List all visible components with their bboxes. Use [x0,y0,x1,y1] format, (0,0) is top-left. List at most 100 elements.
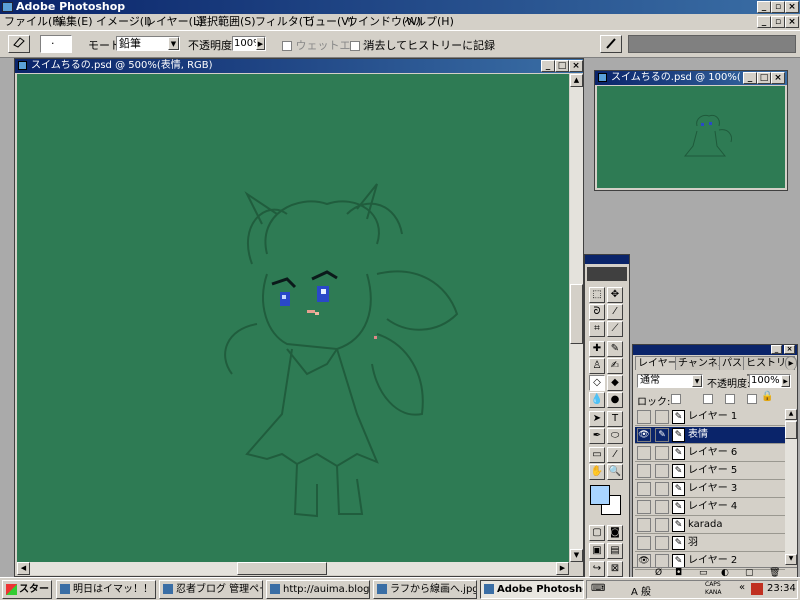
shape-icon[interactable]: ⬭ [607,428,623,444]
document-titlebar[interactable]: スイムちるの.psd @ 500%(表情, RGB) _ □ × [15,59,583,73]
doc-close-button[interactable]: × [785,16,799,28]
layer-opacity-input[interactable]: 100% ▶ [749,374,791,388]
layer-row[interactable]: ✎ レイヤー 4 [635,499,785,516]
toolbox-titlebar[interactable] [585,255,629,264]
brush-preview[interactable]: · [40,35,72,53]
lock-position-checkbox[interactable] [725,394,735,404]
eraser-icon[interactable]: ◇ [589,375,605,391]
type-icon[interactable]: T [607,411,623,427]
horizontal-scrollbar[interactable]: ◀ ▶ [17,562,569,575]
pen-icon[interactable]: ✒ [589,428,605,444]
layers-scroll-thumb[interactable] [785,421,797,439]
ime-mode[interactable]: A 般 [631,583,651,598]
menu-layer[interactable]: レイヤー(L) [145,14,203,30]
scroll-up-icon[interactable]: ▲ [785,409,797,420]
tab-paths[interactable]: パス [719,356,745,370]
notes-icon[interactable]: ▭ [589,447,605,463]
screen-mode-standard-icon[interactable]: ▣ [589,543,605,559]
eye-icon[interactable] [637,482,651,496]
ime-toolbar-icon[interactable]: ⌨ [591,583,605,594]
eye-icon[interactable]: 👁 [637,554,651,568]
eye-icon[interactable] [637,536,651,550]
eyedropper-icon[interactable]: ⁄ [607,447,623,463]
fill-icon[interactable]: ◆ [607,375,623,391]
lock-image-checkbox[interactable] [703,394,713,404]
mode-select[interactable]: 鉛筆 ▼ [116,36,180,51]
doc-minimize-button[interactable]: _ [757,16,771,28]
crop-icon[interactable]: ⌗ [589,321,605,337]
antivirus-icon[interactable] [751,583,763,595]
eye-icon[interactable] [637,464,651,478]
tray-expand-icon[interactable]: « [739,582,745,593]
eye-icon[interactable] [637,410,651,424]
layers-scrollbar[interactable]: ▲ ▼ [785,409,797,565]
eye-icon[interactable]: 👁 [637,428,651,442]
layer-row[interactable]: ✎ 羽 [635,535,785,552]
layer-row[interactable]: ✎ レイヤー 1 [635,409,785,426]
slice-icon[interactable]: ⟋ [607,321,623,337]
lasso-icon[interactable]: ᘐ [589,304,605,320]
screen-mode-full-icon[interactable]: ▤ [607,543,623,559]
doc-win-maximize-button[interactable]: □ [555,60,569,72]
blur-icon[interactable]: 💧 [589,392,605,408]
task-item-4[interactable]: Adobe Photoshop [480,580,584,599]
move-icon[interactable]: ✥ [607,287,623,303]
scroll-right-icon[interactable]: ▶ [556,562,569,575]
preview-close-button[interactable]: × [771,72,785,84]
menu-image[interactable]: イメージ(I) [96,14,152,30]
eye-icon[interactable] [637,500,651,514]
preview-maximize-button[interactable]: □ [757,72,771,84]
brushes-palette-button[interactable] [600,35,622,53]
scroll-down-icon[interactable]: ▼ [570,549,583,562]
scroll-left-icon[interactable]: ◀ [17,562,30,575]
fullscreen-icon[interactable]: ⊠ [607,561,623,577]
palette-well[interactable] [628,35,796,53]
imageready-jump-icon[interactable]: ↪ [589,561,605,577]
panel-menu-icon[interactable]: ▸ [785,356,797,370]
path-select-icon[interactable]: ➤ [589,411,605,427]
layer-row[interactable]: ✎ レイヤー 6 [635,445,785,462]
menu-select[interactable]: 選択範囲(S) [196,14,256,30]
task-item-2[interactable]: http://auima.blog.s... [266,580,370,599]
vertical-scroll-thumb[interactable] [570,284,583,344]
opacity-input[interactable]: 100% ▶ [232,36,266,51]
blend-mode-select[interactable]: 通常 ▼ [637,374,703,388]
layers-panel-titlebar[interactable]: _ × [633,345,797,355]
dodge-icon[interactable]: ● [607,392,623,408]
restore-button[interactable]: ▫ [771,1,785,13]
doc-win-close-button[interactable]: × [569,60,583,72]
standard-mode-icon[interactable]: ▢ [589,525,605,541]
preview-minimize-button[interactable]: _ [743,72,757,84]
layer-row[interactable]: ✎ karada [635,517,785,534]
minimize-button[interactable]: _ [757,1,771,13]
task-item-1[interactable]: 忍者ブログ 管理ペー... [159,580,263,599]
tab-layers[interactable]: レイヤー [635,356,681,370]
eye-icon[interactable] [637,518,651,532]
doc-restore-button[interactable]: ▫ [771,16,785,28]
lock-transparency-checkbox[interactable] [671,394,681,404]
menu-view[interactable]: ビュー(V) [304,14,353,30]
panel-close-button[interactable]: × [784,345,795,354]
close-button[interactable]: × [785,1,799,13]
brush-icon[interactable]: ✎ [607,341,623,357]
doc-win-minimize-button[interactable]: _ [541,60,555,72]
history-brush-icon[interactable]: ✍ [607,358,623,374]
scroll-down-icon[interactable]: ▼ [785,554,797,565]
menu-help[interactable]: ヘルプ(H) [404,14,454,30]
panel-minimize-button[interactable]: _ [771,345,782,354]
adobe-online-icon[interactable] [587,267,627,281]
zoom-icon[interactable]: 🔍 [607,464,623,480]
preview-titlebar[interactable]: スイムちるの.psd @ 100%(表情... _ □ × [595,71,787,85]
hand-icon[interactable]: ✋ [589,464,605,480]
layer-row[interactable]: ✎ レイヤー 3 [635,481,785,498]
menu-edit[interactable]: 編集(E) [55,14,93,30]
quickmask-mode-icon[interactable]: ◙ [607,525,623,541]
task-item-0[interactable]: 明日はイマッ！！ - ... [56,580,156,599]
stamp-icon[interactable]: ♙ [589,358,605,374]
marquee-icon[interactable]: ⬚ [589,287,605,303]
lock-all-checkbox[interactable] [747,394,757,404]
scroll-up-icon[interactable]: ▲ [570,74,583,87]
vertical-scrollbar[interactable]: ▲ ▼ [570,74,583,562]
magic-wand-icon[interactable]: ⁄ [607,304,623,320]
heal-icon[interactable]: ✚ [589,341,605,357]
